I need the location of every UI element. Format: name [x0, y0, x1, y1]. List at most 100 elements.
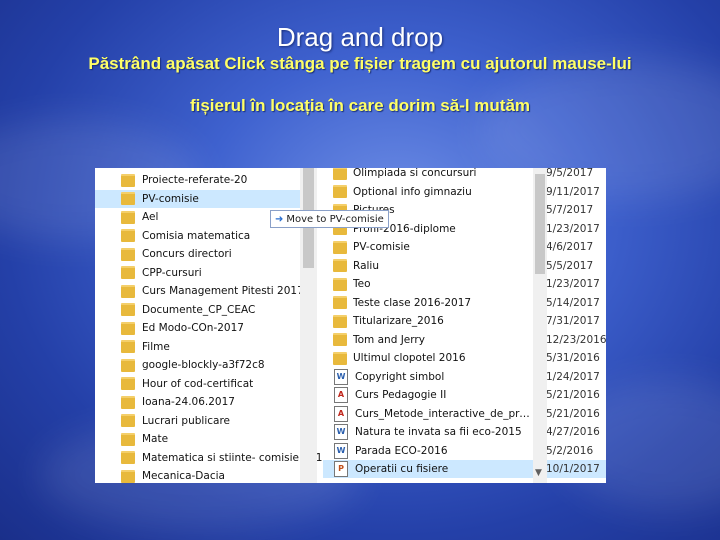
navigation-folder-item[interactable]: google-blockly-a3f72c8 [95, 356, 300, 374]
item-date-modified: 5/14/2017 [546, 296, 600, 309]
powerpoint-icon: P [334, 461, 348, 477]
navigation-folder-label: CPP-cursuri [142, 266, 202, 279]
item-name: Optional info gimnaziu [353, 185, 472, 198]
folder-icon [121, 210, 135, 224]
item-date-modified: 9/5/2017 [546, 168, 594, 179]
navigation-folder-label: Mecanica-Dacia [142, 470, 225, 482]
folder-list-item[interactable]: Tom and Jerry 12/23/2016 [323, 331, 606, 349]
folder-icon [121, 284, 135, 298]
folder-list-item[interactable]: Titularizare_2016 7/31/2017 [323, 312, 606, 330]
folder-icon [333, 333, 347, 346]
navigation-folder-item[interactable]: Filme [95, 338, 300, 356]
move-arrow-icon: ➜ [275, 213, 284, 225]
folder-icon [333, 168, 347, 180]
folder-icon [333, 240, 347, 254]
folder-list-item[interactable]: Teste clase 2016-2017 5/14/2017 [323, 294, 606, 312]
slide-title: Drag and drop [276, 22, 444, 52]
item-date-modified: 5/5/2017 [546, 259, 594, 272]
pdf-icon: A [334, 405, 348, 422]
item-date-modified: 5/21/2016 [546, 389, 600, 401]
folder-icon [121, 395, 135, 409]
folder-icon [121, 414, 135, 427]
word-document-icon: W [334, 424, 348, 440]
item-name: Curs Pedagogie II [355, 389, 447, 401]
scroll-down-arrow-icon[interactable]: ▼ [535, 468, 542, 478]
folder-icon [121, 321, 135, 335]
folder-list-item[interactable]: Ultimul clopotel 2016 5/31/2016 [323, 349, 606, 367]
folder-list-item[interactable]: Raliu 5/5/2017 [323, 257, 606, 275]
folder-icon [121, 358, 135, 372]
navigation-folder-item[interactable]: Concurs directori [95, 245, 300, 263]
folder-list-item[interactable]: Optional info gimnaziu 9/11/2017 [323, 183, 606, 201]
navigation-folder-label: Filme [142, 340, 170, 353]
item-name: Olimpiada si concursuri [353, 168, 477, 179]
item-name: PV-comisie [353, 241, 410, 253]
navigation-folder-label: Documente_CP_CEAC [142, 303, 256, 316]
navigation-folder-label: Ael [142, 211, 159, 223]
folder-icon [121, 377, 135, 390]
navigation-folder-item[interactable]: Curs Management Pitesti 2017 [95, 282, 304, 300]
item-name: Curs_Metode_interactive_de_predare_in... [355, 407, 535, 420]
drag-tooltip-label: Move to PV-comisie [286, 213, 384, 225]
navigation-folder-label: Mate [142, 433, 169, 445]
word-document-icon: W [334, 442, 348, 459]
item-date-modified: 5/7/2017 [546, 204, 594, 216]
file-list-item[interactable]: W Parada ECO-2016 5/2/2016 [323, 442, 606, 460]
folder-icon [121, 340, 135, 353]
folder-list-item[interactable]: Olimpiada si concursuri 9/5/2017 [323, 168, 606, 182]
file-list-item[interactable]: A Curs_Metode_interactive_de_predare_in..… [323, 405, 606, 423]
navigation-folder-label: Curs Management Pitesti 2017 [142, 285, 304, 297]
folder-icon [121, 451, 135, 464]
file-list-item[interactable]: W Copyright simbol 1/24/2017 [323, 368, 606, 386]
navigation-folder-item[interactable]: Lucrari publicare [95, 412, 300, 430]
drag-tooltip: ➜ Move to PV-comisie [270, 210, 389, 228]
item-date-modified: 5/2/2016 [546, 444, 594, 457]
navigation-folder-item[interactable]: Proiecte-referate-20 [95, 171, 300, 189]
item-name: Titularizare_2016 [353, 315, 444, 327]
navigation-folder-label: Comisia matematica [142, 229, 251, 242]
navigation-folder-item[interactable]: Documente_CP_CEAC [95, 301, 300, 319]
item-date-modified: 1/23/2017 [546, 222, 600, 235]
item-name: Ultimul clopotel 2016 [353, 352, 466, 364]
slide-subtitle-line1: Păstrând apăsat Click stânga pe fișier t… [88, 54, 632, 73]
item-date-modified: 4/6/2017 [546, 241, 594, 253]
item-date-modified: 12/23/2016 [546, 333, 606, 346]
folder-list-item[interactable]: Teo 1/23/2017 [323, 275, 606, 293]
navigation-folder-item[interactable]: Mecanica-Dacia [95, 467, 300, 483]
folder-icon [333, 277, 347, 291]
navigation-folder-item[interactable]: Matematica si stiinte- comisie 2016 [95, 449, 329, 467]
file-list-item[interactable]: P Operatii cu fisiere 10/1/2017 [323, 460, 606, 478]
navigation-folder-label: Lucrari publicare [142, 414, 230, 427]
item-date-modified: 10/1/2017 [546, 463, 600, 475]
item-name: Parada ECO-2016 [355, 444, 448, 457]
item-date-modified: 1/24/2017 [546, 370, 600, 383]
navigation-folder-item[interactable]: Mate [95, 430, 300, 448]
folder-icon [121, 303, 135, 316]
item-name: Copyright simbol [355, 370, 445, 383]
navigation-folder-item[interactable]: Comisia matematica [95, 227, 300, 245]
scrollbar-thumb[interactable] [535, 174, 545, 274]
folder-icon [121, 247, 135, 261]
item-name: Teste clase 2016-2017 [353, 296, 472, 309]
folder-list-item[interactable]: PV-comisie 4/6/2017 [323, 238, 606, 256]
folder-icon [121, 432, 135, 446]
folder-icon [121, 469, 135, 483]
file-list-item[interactable]: A Curs Pedagogie II 5/21/2016 [323, 386, 606, 404]
navigation-folder-item[interactable]: PV-comisie [95, 189, 300, 208]
item-name: Operatii cu fisiere [355, 463, 449, 475]
navigation-folder-item[interactable]: Hour of cod-certificat [95, 375, 300, 393]
item-date-modified: 1/23/2017 [546, 278, 600, 290]
file-list-scrollbar[interactable]: ▼ [533, 168, 547, 483]
folder-icon [333, 296, 347, 309]
folder-icon [121, 173, 135, 187]
item-date-modified: 4/27/2016 [546, 426, 600, 438]
file-list-item[interactable]: W Natura te invata sa fii eco-2015 4/27/20… [323, 423, 606, 441]
folder-icon [333, 351, 347, 365]
item-date-modified: 9/11/2017 [546, 185, 600, 198]
navigation-folder-item[interactable]: Ioana-24.06.2017 [95, 393, 300, 411]
word-document-icon: W [334, 368, 348, 385]
navigation-folder-item[interactable]: CPP-cursuri [95, 264, 300, 282]
navigation-folder-item[interactable]: Ed Modo-COn-2017 [95, 319, 300, 337]
navigation-folder-label: PV-comisie [142, 192, 199, 205]
item-name: Teo [353, 278, 371, 290]
